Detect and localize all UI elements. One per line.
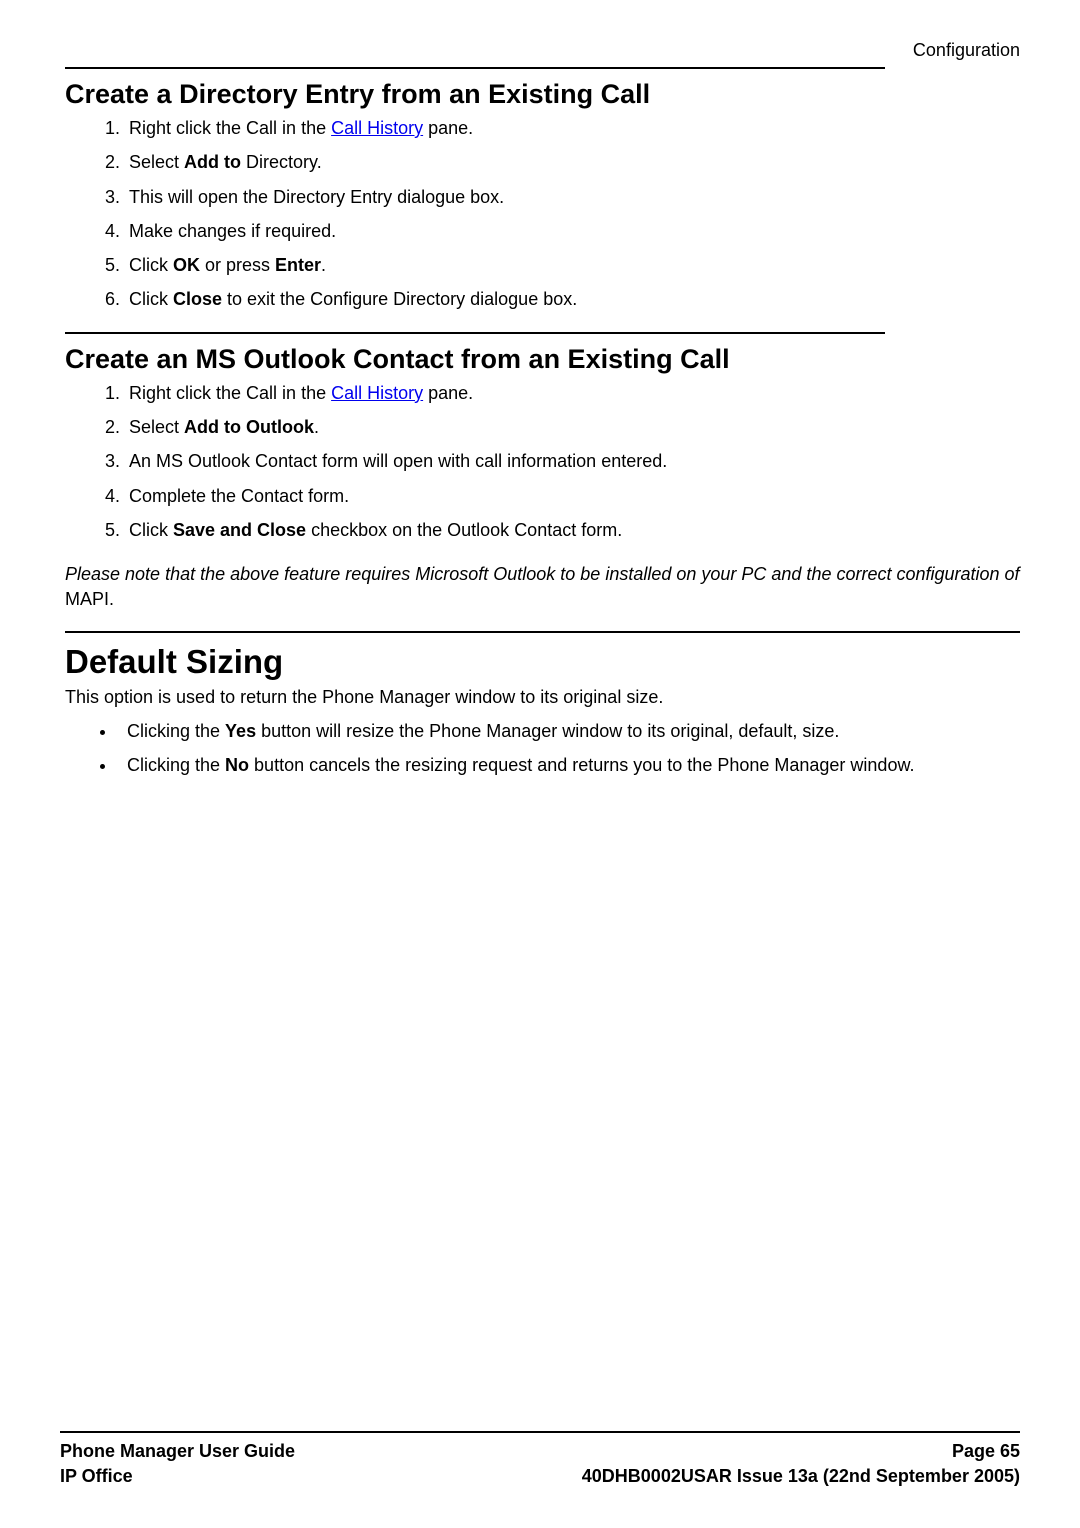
- footer-right1: Page 65: [952, 1439, 1020, 1463]
- list-item: Clicking the No button cancels the resiz…: [117, 753, 1020, 777]
- section1-heading: Create a Directory Entry from an Existin…: [65, 79, 1020, 110]
- list-item: Select Add to Outlook.: [125, 415, 1020, 439]
- section3-intro: This option is used to return the Phone …: [65, 685, 1020, 709]
- list-item: This will open the Directory Entry dialo…: [125, 185, 1020, 209]
- call-history-link[interactable]: Call History: [331, 383, 423, 403]
- text-bold: Enter: [275, 255, 321, 275]
- footer-right2: 40DHB0002USAR Issue 13a (22nd September …: [582, 1464, 1020, 1488]
- list-item: Click Save and Close checkbox on the Out…: [125, 518, 1020, 542]
- text-bold: No: [225, 755, 249, 775]
- text: Click: [129, 255, 173, 275]
- section2-steps: Right click the Call in the Call History…: [65, 381, 1020, 542]
- section3-bullets: Clicking the Yes button will resize the …: [65, 719, 1020, 778]
- divider: [65, 67, 885, 69]
- list-item: Make changes if required.: [125, 219, 1020, 243]
- call-history-link[interactable]: Call History: [331, 118, 423, 138]
- list-item: Right click the Call in the Call History…: [125, 381, 1020, 405]
- section3-heading: Default Sizing: [65, 643, 1020, 681]
- section2-heading: Create an MS Outlook Contact from an Exi…: [65, 344, 1020, 375]
- header-breadcrumb: Configuration: [65, 40, 1020, 61]
- section1-steps: Right click the Call in the Call History…: [65, 116, 1020, 312]
- text: Select: [129, 417, 184, 437]
- list-item: Click OK or press Enter.: [125, 253, 1020, 277]
- text: to exit the Configure Directory dialogue…: [222, 289, 577, 309]
- text: Directory.: [241, 152, 322, 172]
- text: Clicking the: [127, 755, 225, 775]
- text: .: [314, 417, 319, 437]
- divider: [65, 332, 885, 334]
- text-bold: Add to Outlook: [184, 417, 314, 437]
- text: Clicking the: [127, 721, 225, 741]
- footer-left2: IP Office: [60, 1464, 133, 1488]
- text-bold: Save and Close: [173, 520, 306, 540]
- text: or press: [200, 255, 275, 275]
- text: Click: [129, 289, 173, 309]
- text: Please note that the above feature requi…: [65, 564, 1020, 584]
- text: pane.: [423, 118, 473, 138]
- text: pane.: [423, 383, 473, 403]
- list-item: Select Add to Directory.: [125, 150, 1020, 174]
- page-footer: Phone Manager User Guide Page 65 IP Offi…: [60, 1431, 1020, 1488]
- text: Right click the Call in the: [129, 118, 331, 138]
- text: Click: [129, 520, 173, 540]
- list-item: Right click the Call in the Call History…: [125, 116, 1020, 140]
- text: button cancels the resizing request and …: [249, 755, 914, 775]
- footer-left1: Phone Manager User Guide: [60, 1439, 295, 1463]
- list-item: Click Close to exit the Configure Direct…: [125, 287, 1020, 311]
- text: MAPI.: [65, 589, 114, 609]
- list-item: An MS Outlook Contact form will open wit…: [125, 449, 1020, 473]
- text: Select: [129, 152, 184, 172]
- divider: [65, 631, 1020, 633]
- list-item: Complete the Contact form.: [125, 484, 1020, 508]
- list-item: Clicking the Yes button will resize the …: [117, 719, 1020, 743]
- divider: [60, 1431, 1020, 1433]
- text: checkbox on the Outlook Contact form.: [306, 520, 622, 540]
- text-bold: OK: [173, 255, 200, 275]
- text-bold: Close: [173, 289, 222, 309]
- text: button will resize the Phone Manager win…: [256, 721, 839, 741]
- text: .: [321, 255, 326, 275]
- section2-note: Please note that the above feature requi…: [65, 562, 1020, 611]
- text: Right click the Call in the: [129, 383, 331, 403]
- text-bold: Yes: [225, 721, 256, 741]
- text-bold: Add to: [184, 152, 241, 172]
